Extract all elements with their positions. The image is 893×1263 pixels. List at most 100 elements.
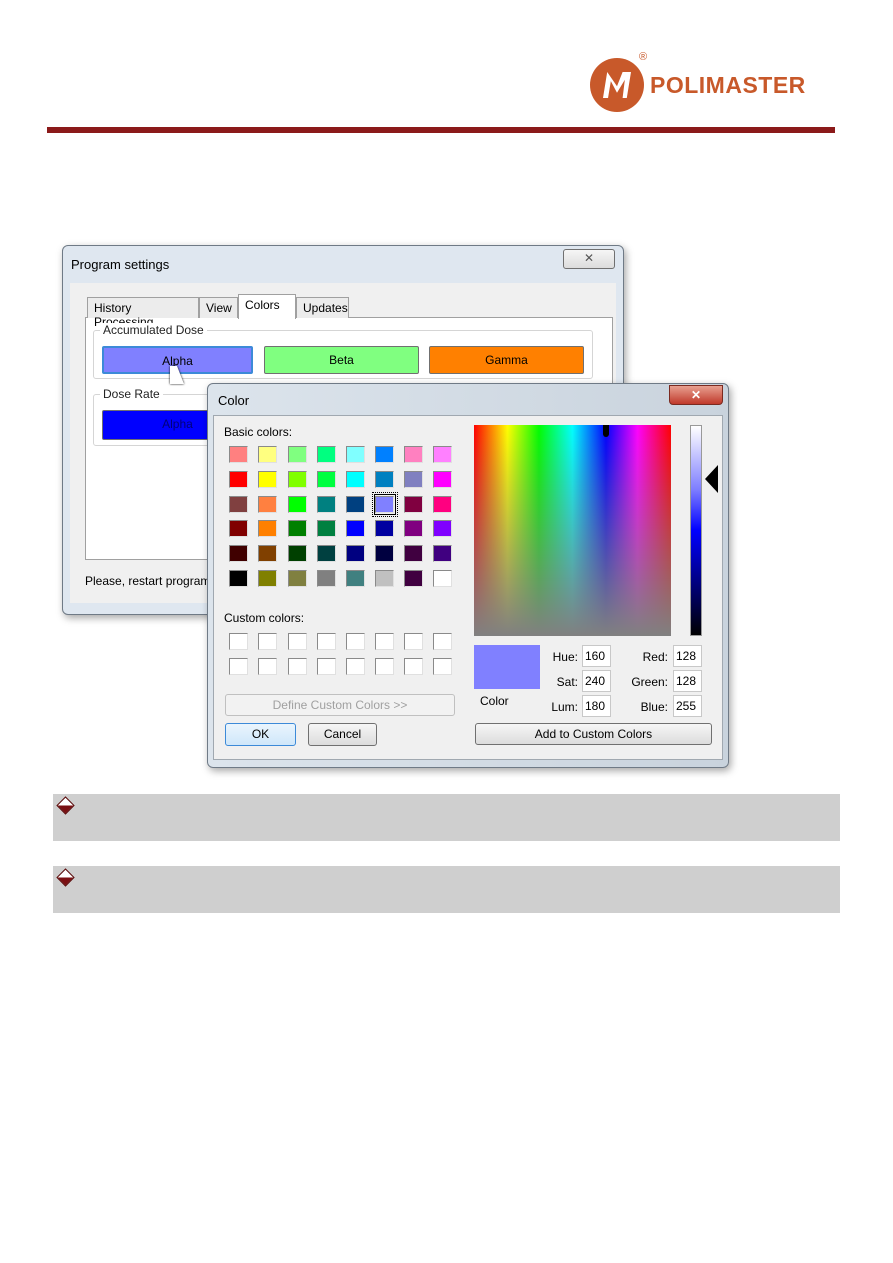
ok-button[interactable]: OK [225, 723, 296, 746]
basic-color-swatch[interactable] [375, 570, 394, 587]
basic-color-swatch[interactable] [346, 545, 365, 563]
basic-color-swatch[interactable] [375, 446, 394, 463]
custom-color-swatch[interactable] [317, 633, 336, 650]
basic-color-swatch[interactable] [404, 570, 423, 587]
spectrum-crosshair-icon[interactable] [603, 425, 609, 437]
custom-color-swatch[interactable] [375, 658, 394, 675]
basic-color-swatch[interactable] [404, 520, 423, 538]
custom-color-swatch[interactable] [433, 658, 452, 675]
custom-colors-label: Custom colors: [224, 611, 305, 625]
sat-input[interactable]: 240 [582, 670, 611, 692]
basic-color-swatch[interactable] [258, 520, 277, 538]
custom-color-swatch[interactable] [317, 658, 336, 675]
blue-input[interactable]: 255 [673, 695, 702, 717]
tab-view[interactable]: View [199, 297, 238, 318]
basic-color-swatch[interactable] [346, 446, 365, 463]
basic-color-swatch[interactable] [375, 520, 394, 538]
basic-color-swatch[interactable] [229, 446, 248, 463]
basic-color-swatch[interactable] [375, 545, 394, 563]
dose-rate-label: Dose Rate [100, 387, 163, 401]
color-dialog-close-button[interactable]: ✕ [669, 385, 723, 405]
basic-color-swatch[interactable] [258, 545, 277, 563]
custom-color-swatch[interactable] [229, 633, 248, 650]
basic-color-swatch[interactable] [375, 470, 394, 488]
custom-color-swatch[interactable] [229, 658, 248, 675]
red-label: Red: [642, 650, 668, 664]
accumulated-gamma-button[interactable]: Gamma [429, 346, 584, 374]
basic-color-swatch[interactable] [433, 520, 452, 538]
basic-color-swatch[interactable] [288, 545, 307, 563]
basic-color-swatch[interactable] [229, 470, 248, 488]
hue-input[interactable]: 160 [582, 645, 611, 667]
custom-color-swatch[interactable] [375, 633, 394, 650]
basic-color-swatch[interactable] [229, 495, 248, 513]
basic-color-swatch[interactable] [346, 495, 365, 513]
basic-color-swatch[interactable] [258, 570, 277, 587]
basic-color-swatch[interactable] [433, 446, 452, 463]
basic-color-swatch[interactable] [433, 495, 452, 513]
basic-color-swatch[interactable] [288, 446, 307, 463]
basic-color-swatch[interactable] [258, 446, 277, 463]
close-button[interactable]: ✕ [563, 249, 615, 269]
basic-color-swatch[interactable] [317, 495, 336, 513]
add-to-custom-colors-button[interactable]: Add to Custom Colors [475, 723, 712, 745]
green-label: Green: [631, 675, 668, 689]
accumulated-beta-button[interactable]: Beta [264, 346, 419, 374]
note-bar [53, 866, 840, 913]
luminosity-bar[interactable] [690, 425, 702, 636]
basic-color-swatch[interactable] [433, 545, 452, 563]
basic-color-swatch[interactable] [404, 470, 423, 488]
basic-color-swatch[interactable] [346, 570, 365, 587]
basic-color-swatch[interactable] [288, 520, 307, 538]
custom-color-swatch[interactable] [433, 633, 452, 650]
hue-saturation-spectrum[interactable] [474, 425, 671, 636]
define-custom-colors-button[interactable]: Define Custom Colors >> [225, 694, 455, 716]
custom-color-swatch[interactable] [258, 658, 277, 675]
red-input[interactable]: 128 [673, 645, 702, 667]
luminosity-arrow-icon[interactable] [705, 465, 718, 493]
mouse-cursor-icon [170, 366, 184, 384]
basic-color-swatch[interactable] [404, 495, 423, 513]
blue-label: Blue: [640, 700, 668, 714]
basic-color-swatch[interactable] [258, 495, 277, 513]
tab-history-processing[interactable]: History Processing [87, 297, 199, 329]
cancel-button[interactable]: Cancel [308, 723, 377, 746]
basic-color-swatch[interactable] [229, 570, 248, 587]
custom-color-swatch[interactable] [346, 633, 365, 650]
green-input[interactable]: 128 [673, 670, 702, 692]
header-rule [47, 127, 835, 133]
custom-color-swatch[interactable] [288, 633, 307, 650]
basic-color-swatch[interactable] [317, 570, 336, 587]
tab-colors[interactable]: Colors [238, 294, 296, 319]
restart-notice: Please, restart program [85, 574, 211, 588]
basic-color-swatch[interactable] [229, 545, 248, 563]
accumulated-dose-label: Accumulated Dose [100, 323, 207, 337]
basic-color-swatch[interactable] [317, 545, 336, 563]
polimaster-logo-icon [590, 58, 644, 112]
basic-color-swatch[interactable] [346, 520, 365, 538]
color-preview-label: Color [480, 694, 509, 708]
basic-color-swatch[interactable] [317, 470, 336, 488]
basic-color-swatch[interactable] [346, 470, 365, 488]
custom-color-swatch[interactable] [404, 633, 423, 650]
custom-color-swatch[interactable] [288, 658, 307, 675]
diamond-bullet-icon [56, 796, 75, 815]
basic-color-swatch[interactable] [229, 520, 248, 538]
selected-swatch-focus [372, 492, 398, 517]
tab-updates[interactable]: Updates [296, 297, 349, 318]
lum-input[interactable]: 180 [582, 695, 611, 717]
basic-color-swatch[interactable] [288, 570, 307, 587]
custom-color-swatch[interactable] [346, 658, 365, 675]
basic-color-swatch[interactable] [404, 545, 423, 563]
hue-label: Hue: [552, 650, 578, 664]
basic-color-swatch[interactable] [433, 570, 452, 587]
basic-color-swatch[interactable] [288, 470, 307, 488]
basic-color-swatch[interactable] [404, 446, 423, 463]
basic-color-swatch[interactable] [288, 495, 307, 513]
basic-color-swatch[interactable] [433, 470, 452, 488]
custom-color-swatch[interactable] [258, 633, 277, 650]
custom-color-swatch[interactable] [404, 658, 423, 675]
basic-color-swatch[interactable] [258, 470, 277, 488]
basic-color-swatch[interactable] [317, 446, 336, 463]
basic-color-swatch[interactable] [317, 520, 336, 538]
